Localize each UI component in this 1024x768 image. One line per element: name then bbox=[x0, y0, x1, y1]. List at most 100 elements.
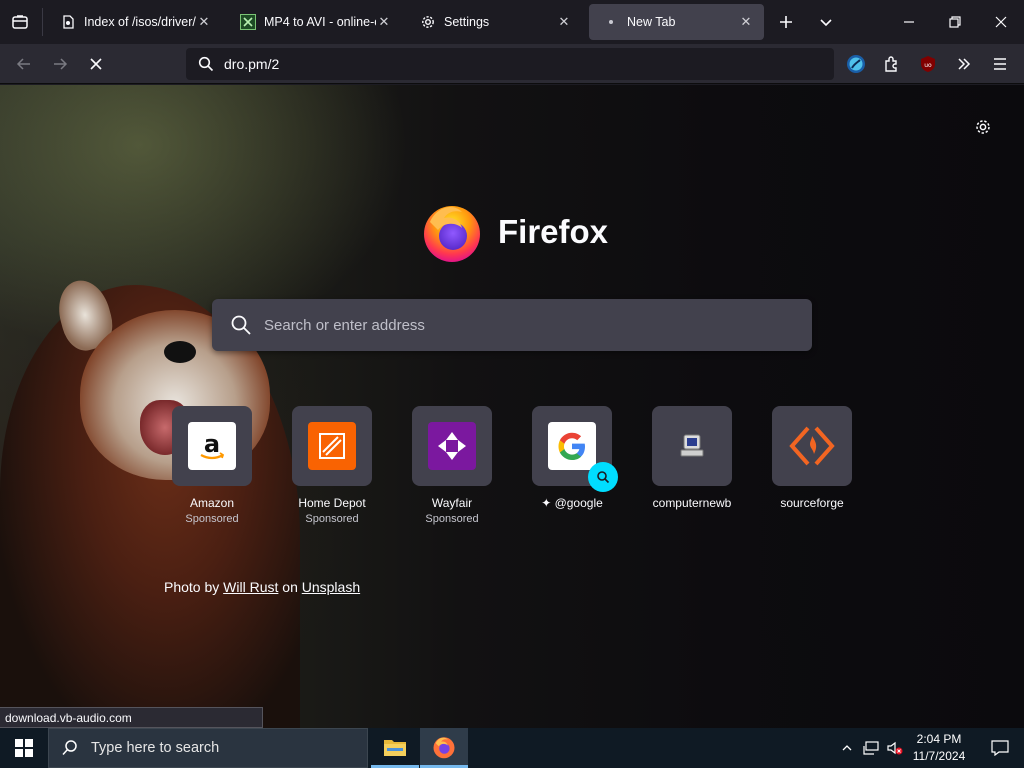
volume-tray-icon[interactable] bbox=[884, 728, 906, 768]
minimize-icon bbox=[904, 21, 914, 23]
brand-wordmark: Firefox bbox=[498, 213, 609, 250]
tab-strip: Index of /isos/driver/ ✕ MP4 to AVI - on… bbox=[0, 0, 1024, 44]
search-icon bbox=[198, 56, 214, 72]
extensions-button[interactable] bbox=[878, 50, 906, 78]
convert-icon bbox=[240, 14, 256, 30]
svg-text:uo: uo bbox=[924, 62, 932, 69]
firefox-logo-icon bbox=[424, 206, 480, 262]
stop-x-icon bbox=[90, 58, 102, 70]
forward-button[interactable] bbox=[46, 50, 74, 78]
status-panel: download.vb-audio.com bbox=[0, 707, 263, 728]
unsplash-link[interactable]: Unsplash bbox=[302, 579, 360, 595]
show-hidden-icons-button[interactable] bbox=[838, 728, 856, 768]
notification-icon bbox=[991, 740, 1009, 756]
taskbar-search-placeholder: Type here to search bbox=[91, 740, 220, 756]
top-site-box[interactable] bbox=[772, 406, 852, 486]
tile-label: sourceforge bbox=[780, 496, 844, 510]
top-site-box[interactable] bbox=[292, 406, 372, 486]
restore-icon bbox=[949, 16, 961, 28]
notifications-button[interactable] bbox=[976, 728, 1024, 768]
computernewb-icon bbox=[668, 422, 716, 470]
list-all-tabs-button[interactable] bbox=[812, 8, 840, 36]
top-site-amazon[interactable]: a Amazon Sponsored bbox=[172, 406, 252, 525]
tab-mp4-to-avi[interactable]: MP4 to AVI - online-co ✕ bbox=[226, 4, 402, 40]
loading-dot-icon bbox=[603, 14, 619, 30]
ublock-icon: uo bbox=[921, 56, 935, 72]
svg-text:a: a bbox=[204, 430, 220, 458]
taskbar-search-box[interactable]: Type here to search bbox=[48, 728, 368, 768]
red-panda-nose bbox=[164, 341, 196, 363]
top-site-box[interactable] bbox=[412, 406, 492, 486]
account-avatar-icon bbox=[847, 55, 865, 73]
plus-icon bbox=[780, 16, 792, 28]
tile-label: ✦ @google bbox=[512, 496, 632, 510]
folder-icon bbox=[384, 739, 406, 756]
system-clock[interactable]: 2:04 PM 11/7/2024 bbox=[906, 731, 972, 765]
app-menu-button[interactable] bbox=[986, 50, 1014, 78]
close-tab-icon[interactable]: ✕ bbox=[376, 14, 392, 30]
home-depot-icon bbox=[308, 422, 356, 470]
search-icon bbox=[61, 739, 79, 757]
firefox-view-button[interactable] bbox=[6, 8, 34, 36]
top-site-computernewb[interactable]: computernewb bbox=[652, 406, 732, 510]
back-button[interactable] bbox=[10, 50, 38, 78]
close-window-button[interactable] bbox=[987, 8, 1015, 36]
windows-taskbar: Type here to search 2:04 PM 11/7/2024 bbox=[0, 728, 1024, 768]
sponsored-label: Sponsored bbox=[185, 513, 239, 525]
taskbar-firefox[interactable] bbox=[420, 728, 468, 768]
stop-button[interactable] bbox=[82, 50, 110, 78]
start-button[interactable] bbox=[0, 728, 48, 768]
top-site-sourceforge[interactable]: sourceforge bbox=[772, 406, 852, 510]
restore-button[interactable] bbox=[941, 8, 969, 36]
url-bar[interactable]: dro.pm/2 bbox=[186, 48, 834, 80]
amazon-icon: a bbox=[188, 422, 236, 470]
top-site-box[interactable] bbox=[652, 406, 732, 486]
close-tab-icon[interactable]: ✕ bbox=[738, 14, 754, 30]
close-tab-icon[interactable]: ✕ bbox=[196, 14, 212, 30]
tile-label: Home Depot bbox=[298, 496, 366, 510]
tab-settings[interactable]: Settings ✕ bbox=[406, 4, 582, 40]
tab-title: Settings bbox=[444, 15, 490, 29]
hamburger-menu-icon bbox=[994, 58, 1006, 70]
new-tab-page: Firefox Search or enter address a Amazon… bbox=[0, 85, 1024, 728]
google-icon bbox=[548, 422, 596, 470]
photo-credit: Photo by Will Rust on Unsplash bbox=[164, 579, 360, 595]
pin-icon: ✦ bbox=[541, 496, 555, 510]
ublock-origin-button[interactable]: uo bbox=[914, 50, 942, 78]
tab-separator bbox=[42, 8, 43, 36]
tab-new-tab[interactable]: New Tab ✕ bbox=[589, 4, 764, 40]
minimize-button[interactable] bbox=[895, 8, 923, 36]
url-text[interactable]: dro.pm/2 bbox=[224, 56, 279, 72]
network-icon bbox=[863, 741, 879, 755]
navigation-toolbar: dro.pm/2 uo bbox=[0, 44, 1024, 84]
tab-index-isos[interactable]: Index of /isos/driver/ ✕ bbox=[46, 4, 222, 40]
firefox-logo: Firefox bbox=[420, 200, 608, 264]
top-site-google[interactable]: ✦ @google bbox=[532, 406, 618, 510]
close-tab-icon[interactable]: ✕ bbox=[556, 14, 572, 30]
arrow-left-icon bbox=[16, 58, 30, 70]
wayfair-icon bbox=[428, 422, 476, 470]
new-tab-button[interactable] bbox=[772, 8, 800, 36]
puzzle-icon bbox=[885, 56, 897, 72]
top-site-home-depot[interactable]: Home Depot Sponsored bbox=[292, 406, 372, 525]
credit-middle: on bbox=[278, 579, 302, 595]
top-site-box[interactable]: a bbox=[172, 406, 252, 486]
overflow-button[interactable] bbox=[950, 50, 978, 78]
firefox-icon bbox=[433, 736, 455, 758]
top-site-box[interactable] bbox=[532, 406, 618, 492]
personalize-settings-button[interactable] bbox=[972, 116, 994, 138]
volume-muted-icon bbox=[887, 741, 903, 755]
top-site-wayfair[interactable]: Wayfair Sponsored bbox=[412, 406, 492, 525]
double-chevron-right-icon bbox=[958, 58, 971, 70]
taskbar-file-explorer[interactable] bbox=[371, 728, 419, 768]
network-tray-icon[interactable] bbox=[860, 728, 882, 768]
photo-author-link[interactable]: Will Rust bbox=[223, 579, 278, 595]
search-box[interactable]: Search or enter address bbox=[212, 299, 812, 351]
sponsored-label: Sponsored bbox=[305, 513, 359, 525]
chevron-up-icon bbox=[842, 745, 852, 751]
windows-logo-icon bbox=[15, 739, 33, 757]
sourceforge-icon bbox=[788, 422, 836, 470]
tab-title: MP4 to AVI - online-co bbox=[264, 15, 376, 29]
account-button[interactable] bbox=[842, 50, 870, 78]
tile-label: Amazon bbox=[189, 496, 235, 510]
